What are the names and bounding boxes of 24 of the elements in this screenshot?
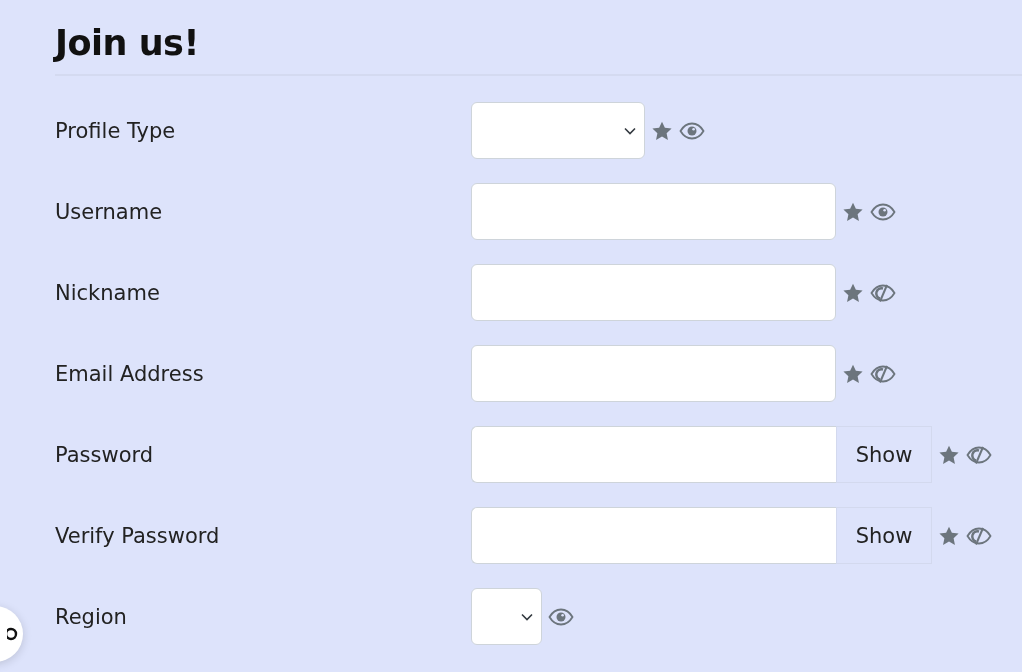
- input-field[interactable]: [471, 183, 836, 240]
- eye-slash-icon[interactable]: [870, 283, 896, 302]
- eye-icon[interactable]: [679, 121, 705, 140]
- chevron-down-icon: [624, 126, 636, 135]
- eye-slash-icon[interactable]: [966, 445, 992, 464]
- field-label: Region: [55, 604, 128, 629]
- password-field[interactable]: [471, 426, 836, 483]
- field-label: Password: [55, 442, 155, 467]
- field-label: Nickname: [55, 280, 161, 305]
- input-field[interactable]: [471, 264, 836, 321]
- eye-slash-icon[interactable]: [966, 526, 992, 545]
- page-title: Join us!: [55, 22, 200, 65]
- eye-icon[interactable]: [870, 202, 896, 221]
- field-label: Username: [55, 199, 164, 224]
- password-field[interactable]: [471, 507, 836, 564]
- input-field[interactable]: [471, 345, 836, 402]
- eye-icon[interactable]: [548, 607, 574, 626]
- show-button[interactable]: Show: [836, 426, 932, 483]
- eye-slash-icon[interactable]: [870, 364, 896, 383]
- show-button[interactable]: Show: [836, 507, 932, 564]
- chevron-down-icon: [521, 612, 533, 621]
- field-label: Email Address: [55, 361, 205, 386]
- field-label: Verify Password: [55, 523, 221, 548]
- field-label: Profile Type: [55, 118, 177, 143]
